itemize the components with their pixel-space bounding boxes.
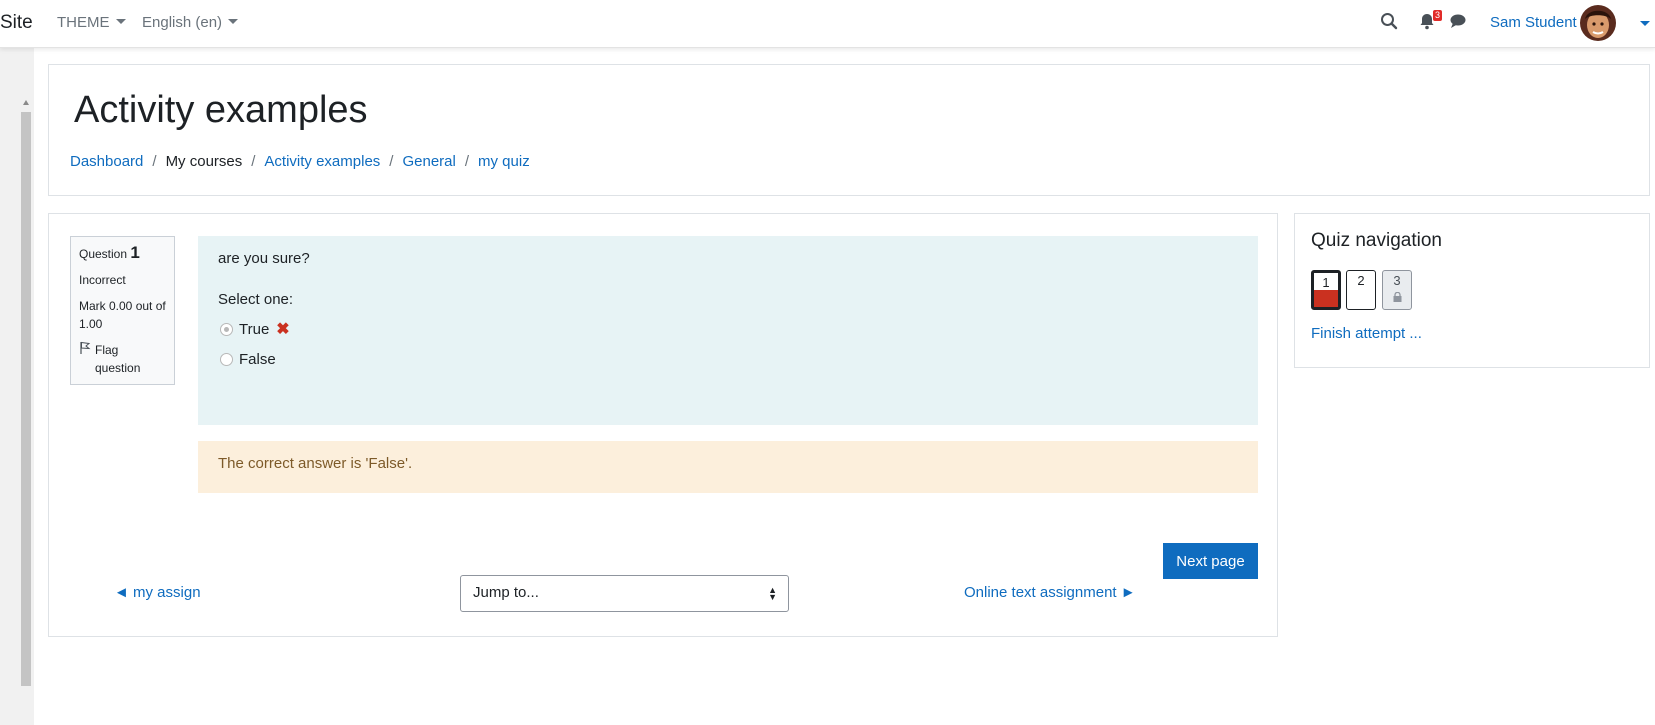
breadcrumb-my-quiz[interactable]: my quiz xyxy=(478,153,530,170)
search-icon[interactable] xyxy=(1380,12,1402,34)
top-navbar: Site THEME English (en) 3 Sam Student xyxy=(0,0,1655,48)
user-menu-chevron-icon[interactable] xyxy=(1640,21,1650,26)
next-activity-link[interactable]: Online text assignment ► xyxy=(964,584,1136,601)
quiz-nav-number: 3 xyxy=(1393,273,1401,288)
quiz-nav-question-2[interactable]: 2 xyxy=(1346,270,1376,310)
question-status: Incorrect xyxy=(79,273,126,287)
language-menu[interactable]: English (en) xyxy=(142,14,239,31)
quiz-nav-number: 1 xyxy=(1322,275,1330,290)
breadcrumb-separator: / xyxy=(251,153,256,170)
breadcrumb-dashboard[interactable]: Dashboard xyxy=(70,153,143,170)
answer-label-true: True xyxy=(239,320,270,338)
select-sort-arrows-icon: ▲ ▼ xyxy=(768,585,777,602)
notification-bell-icon[interactable]: 3 xyxy=(1418,10,1443,34)
jump-to-selected-value: Jump to... xyxy=(473,584,539,601)
answer-radio-true[interactable] xyxy=(220,322,233,336)
theme-menu-label: THEME xyxy=(57,14,110,31)
flag-question-label: Flag question xyxy=(95,343,141,375)
incorrect-status-fill xyxy=(1314,290,1338,307)
site-brand[interactable]: Site xyxy=(0,12,33,34)
scroll-up-arrow-icon[interactable] xyxy=(23,100,29,105)
quiz-nav-number: 2 xyxy=(1357,273,1365,288)
answer-label-false: False xyxy=(239,350,276,368)
incorrect-x-icon: ✖ xyxy=(276,321,290,338)
language-menu-label: English (en) xyxy=(142,14,223,31)
question-number: 1 xyxy=(130,243,140,262)
previous-activity-link[interactable]: ◄ my assign xyxy=(114,584,201,601)
page-title: Activity examples xyxy=(74,89,368,131)
avatar[interactable] xyxy=(1580,5,1616,41)
quiz-navigation-title: Quiz navigation xyxy=(1311,230,1442,251)
question-number-row: Question 1 xyxy=(79,244,166,263)
question-label: Question xyxy=(79,247,128,261)
breadcrumb-separator: / xyxy=(464,153,470,170)
breadcrumb-general[interactable]: General xyxy=(402,153,455,170)
scrollbar-thumb[interactable] xyxy=(21,112,31,686)
messages-icon[interactable] xyxy=(1449,12,1471,34)
breadcrumb-separator: / xyxy=(152,153,157,170)
chevron-down-icon xyxy=(115,19,126,24)
breadcrumb-activity-examples[interactable]: Activity examples xyxy=(264,153,380,170)
notification-count-badge: 3 xyxy=(1433,10,1443,21)
question-mark: Mark 0.00 out of 1.00 xyxy=(79,299,166,331)
answer-option-true[interactable]: True ✖ xyxy=(218,314,1238,344)
user-menu-name[interactable]: Sam Student xyxy=(1490,14,1577,31)
breadcrumb-separator: / xyxy=(389,153,394,170)
finish-attempt-link[interactable]: Finish attempt ... xyxy=(1311,325,1422,342)
answer-radio-false[interactable] xyxy=(220,352,233,366)
quiz-navigation-block: Quiz navigation 1 2 3 Finish attempt ... xyxy=(1294,213,1650,368)
left-drawer-scrollbar xyxy=(0,48,34,725)
question-text: are you sure? xyxy=(218,250,310,267)
correct-answer-feedback: The correct answer is 'False'. xyxy=(198,441,1258,493)
answer-prompt: Select one: xyxy=(218,291,294,308)
quiz-nav-question-3[interactable]: 3 xyxy=(1382,270,1412,310)
breadcrumb: Dashboard / My courses / Activity examples / G… xyxy=(70,153,530,170)
chevron-down-icon xyxy=(228,19,239,24)
lock-icon xyxy=(1393,290,1402,305)
flag-icon xyxy=(79,341,91,359)
answer-option-false[interactable]: False xyxy=(218,344,1238,374)
jump-to-select[interactable]: Jump to... ▲ ▼ xyxy=(460,575,789,612)
question-formulation: are you sure? Select one: True ✖ False xyxy=(198,236,1258,425)
page-header: Activity examples Dashboard / My courses / A… xyxy=(48,64,1650,196)
quiz-nav-question-1[interactable]: 1 xyxy=(1311,270,1341,310)
question-info-panel: Question 1 Incorrect Mark 0.00 out of 1.… xyxy=(70,236,175,385)
flag-question-toggle[interactable]: Flag question xyxy=(79,341,166,377)
next-page-button[interactable]: Next page xyxy=(1163,543,1258,579)
theme-menu[interactable]: THEME xyxy=(57,14,126,31)
breadcrumb-my-courses: My courses xyxy=(165,153,243,170)
quiz-main-region: Question 1 Incorrect Mark 0.00 out of 1.… xyxy=(48,213,1278,637)
